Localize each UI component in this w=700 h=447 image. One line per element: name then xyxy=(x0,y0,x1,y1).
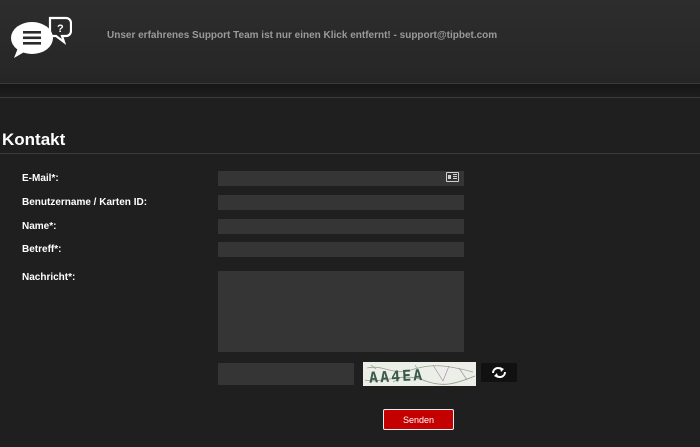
captcha-text: AA4EA xyxy=(369,366,425,386)
refresh-icon xyxy=(492,367,506,378)
svg-text:?: ? xyxy=(57,23,64,35)
site-header: ? Unser erfahrenes Support Team ist nur … xyxy=(0,0,700,84)
email-field[interactable] xyxy=(218,171,464,186)
captcha-noise: AA4EA xyxy=(364,364,476,386)
chat-bubbles-icon[interactable]: ? xyxy=(10,14,72,60)
username-field[interactable] xyxy=(218,195,464,210)
email-label: E-Mail*: xyxy=(22,173,59,184)
name-field[interactable] xyxy=(218,219,464,234)
captcha-image: AA4EA xyxy=(363,362,476,386)
header-band xyxy=(0,84,700,98)
title-divider xyxy=(0,153,700,154)
username-label: Benutzername / Karten ID: xyxy=(22,197,148,208)
captcha-input[interactable] xyxy=(218,363,354,385)
contact-card-icon[interactable] xyxy=(446,172,459,182)
message-label: Nachricht*: xyxy=(22,272,76,283)
name-label: Name*: xyxy=(22,221,57,232)
support-tagline: Unser erfahrenes Support Team ist nur ei… xyxy=(107,30,498,41)
send-button[interactable]: Senden xyxy=(383,409,454,430)
page-title: Kontakt xyxy=(2,130,66,149)
message-field[interactable] xyxy=(218,271,464,352)
subject-field[interactable] xyxy=(218,242,464,257)
captcha-refresh-button[interactable] xyxy=(481,363,517,382)
subject-label: Betreff*: xyxy=(22,244,62,255)
